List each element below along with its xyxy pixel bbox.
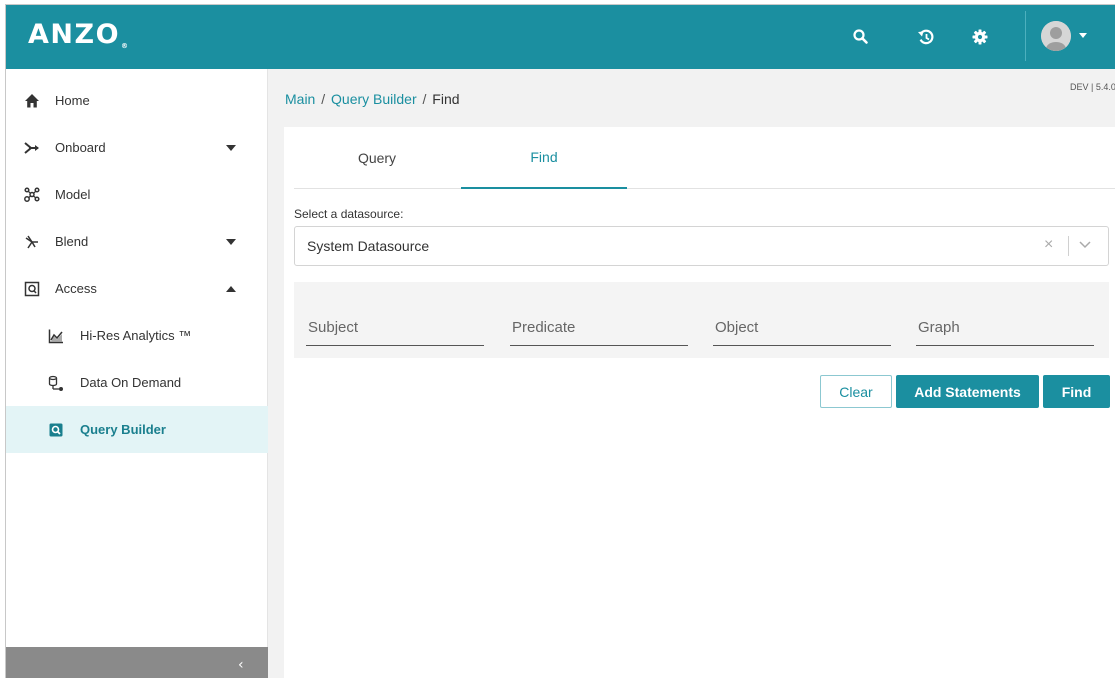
sidebar-item-label: Data On Demand — [80, 375, 182, 390]
chevron-down-icon[interactable] — [226, 238, 236, 245]
sidebar-item-label: Model — [55, 187, 91, 202]
subject-placeholder: Subject — [308, 319, 359, 336]
query-builder-icon — [48, 422, 64, 438]
breadcrumb-separator: / — [321, 91, 326, 107]
sidebar-item-home[interactable]: Home — [6, 77, 268, 124]
find-panel: Query Find Select a datasource: System D… — [284, 127, 1115, 678]
sidebar-item-label: Onboard — [55, 140, 106, 155]
sidebar-item-label: Hi-Res Analytics ™ — [80, 328, 192, 343]
object-input[interactable]: Object — [713, 308, 891, 346]
version-label: DEV | 5.4.0 — [1070, 82, 1115, 92]
settings-icon[interactable] — [968, 25, 992, 49]
sidebar-item-access[interactable]: Access — [6, 265, 268, 312]
topbar-divider — [1025, 11, 1026, 61]
subject-input[interactable]: Subject — [306, 308, 484, 346]
datasource-value: System Datasource — [307, 238, 430, 254]
sidebar-item-data-on-demand[interactable]: Data On Demand — [6, 359, 268, 406]
clear-button[interactable]: Clear — [820, 375, 892, 408]
home-icon — [24, 93, 40, 109]
sidebar-item-query-builder[interactable]: Query Builder — [6, 406, 268, 453]
onboard-arrow-icon — [24, 140, 40, 156]
chevron-down-icon[interactable] — [226, 144, 236, 151]
user-menu-caret-icon[interactable] — [1079, 33, 1087, 38]
main-content: Main / Query Builder / Find DEV | 5.4.0 … — [268, 69, 1115, 678]
tab-find[interactable]: Find — [461, 127, 627, 189]
breadcrumb-current: Find — [432, 91, 460, 107]
find-button[interactable]: Find — [1043, 375, 1110, 408]
breadcrumb-query-builder-link[interactable]: Query Builder — [331, 91, 417, 107]
chevron-left-icon: ‹ — [238, 657, 244, 673]
predicate-placeholder: Predicate — [512, 319, 576, 336]
registered-mark: ® — [121, 42, 129, 50]
model-graph-icon — [24, 186, 40, 203]
clear-selection-icon[interactable]: × — [1044, 236, 1053, 254]
blend-icon — [24, 234, 40, 250]
graph-placeholder: Graph — [918, 319, 960, 336]
chevron-down-icon[interactable] — [1078, 237, 1092, 256]
sidebar-item-label: Blend — [55, 234, 89, 249]
tab-query[interactable]: Query — [294, 127, 460, 189]
breadcrumb-separator: / — [422, 91, 427, 107]
breadcrumb: Main / Query Builder / Find — [285, 91, 460, 107]
sidebar-item-hi-res-analytics[interactable]: Hi-Res Analytics ™ — [6, 312, 268, 359]
top-bar: ANZO® — [6, 5, 1115, 69]
data-on-demand-icon — [48, 375, 64, 391]
search-icon[interactable] — [849, 25, 873, 49]
sidebar-item-label: Query Builder — [80, 422, 166, 437]
statement-panel: Subject Predicate Object Graph — [294, 282, 1109, 358]
select-divider — [1068, 236, 1069, 256]
tab-bar: Query Find — [294, 127, 1115, 189]
user-avatar[interactable] — [1041, 21, 1071, 51]
app-window: ANZO® Home Onboard Model Blend Access Hi… — [5, 4, 1115, 678]
analytics-chart-icon — [48, 328, 64, 344]
breadcrumb-main-link[interactable]: Main — [285, 91, 315, 107]
datasource-label: Select a datasource: — [294, 207, 404, 221]
history-icon[interactable] — [914, 25, 938, 49]
anzo-logo[interactable]: ANZO® — [28, 19, 128, 50]
object-placeholder: Object — [715, 319, 759, 336]
sidebar-item-label: Home — [55, 93, 90, 108]
add-statements-button[interactable]: Add Statements — [896, 375, 1039, 408]
sidebar-item-model[interactable]: Model — [6, 171, 268, 218]
chevron-up-icon[interactable] — [226, 285, 236, 292]
sidebar-item-blend[interactable]: Blend — [6, 218, 268, 265]
access-icon — [24, 281, 40, 297]
predicate-input[interactable]: Predicate — [510, 308, 688, 346]
sidebar-item-onboard[interactable]: Onboard — [6, 124, 268, 171]
sidebar-collapse-button[interactable]: ‹ — [6, 647, 268, 678]
graph-input[interactable]: Graph — [916, 308, 1094, 346]
sidebar: Home Onboard Model Blend Access Hi-Res A… — [6, 69, 268, 678]
sidebar-item-label: Access — [55, 281, 97, 296]
datasource-select[interactable]: System Datasource × — [294, 226, 1109, 266]
